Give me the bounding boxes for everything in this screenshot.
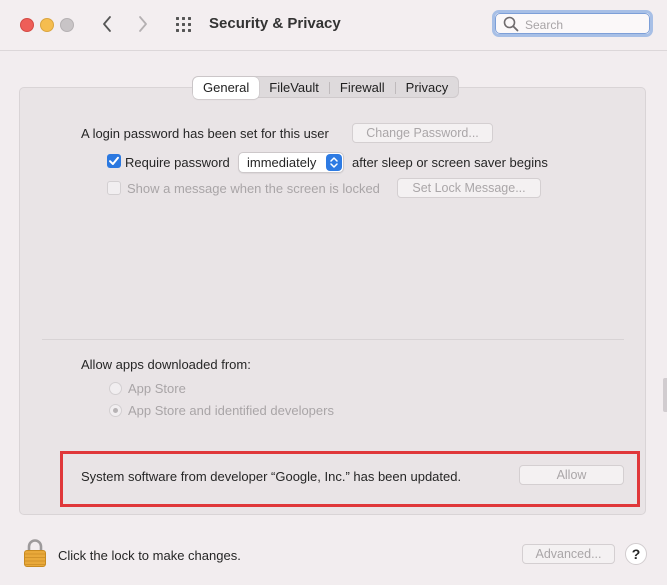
lock-button[interactable]	[23, 538, 47, 573]
radio-app-store-identified-label: App Store and identified developers	[128, 403, 334, 418]
login-password-text: A login password has been set for this u…	[81, 126, 329, 141]
require-password-checkbox[interactable]	[107, 154, 121, 168]
window-resize-handle[interactable]	[663, 378, 667, 412]
radio-app-store-label: App Store	[128, 381, 186, 396]
chevron-right-icon	[139, 16, 147, 32]
set-lock-message-button[interactable]: Set Lock Message...	[397, 178, 541, 198]
tab-firewall[interactable]: Firewall	[330, 77, 395, 99]
tab-general[interactable]: General	[193, 77, 260, 99]
allow-apps-heading: Allow apps downloaded from:	[81, 357, 251, 372]
show-message-checkbox[interactable]	[107, 181, 121, 195]
forward-button[interactable]	[132, 13, 154, 35]
search-icon	[503, 16, 519, 32]
zoom-window-button[interactable]	[60, 18, 74, 32]
allow-button[interactable]: Allow	[519, 465, 624, 485]
lock-instruction-text: Click the lock to make changes.	[58, 548, 241, 563]
chevron-left-icon	[103, 16, 111, 32]
tab-filevault[interactable]: FileVault	[259, 77, 329, 99]
search-input[interactable]	[523, 15, 647, 34]
title-bar: Security & Privacy	[0, 0, 667, 51]
change-password-button[interactable]: Change Password...	[352, 123, 493, 143]
system-software-message: System software from developer “Google, …	[81, 469, 462, 484]
minimize-window-button[interactable]	[40, 18, 54, 32]
window-title: Security & Privacy	[209, 15, 341, 32]
radio-app-store[interactable]	[109, 382, 122, 395]
radio-app-store-identified[interactable]	[109, 404, 122, 417]
section-divider	[42, 339, 624, 340]
checkmark-icon	[109, 156, 119, 165]
after-sleep-text: after sleep or screen saver begins	[352, 155, 548, 170]
popup-arrows-icon	[326, 154, 342, 171]
require-password-delay-select[interactable]: immediately	[238, 152, 344, 173]
show-all-button[interactable]	[173, 14, 195, 36]
advanced-button[interactable]: Advanced...	[522, 544, 615, 564]
search-field[interactable]	[492, 10, 653, 37]
tab-bar: General FileVault Firewall Privacy	[192, 76, 460, 99]
help-button[interactable]: ?	[625, 543, 647, 565]
show-message-label: Show a message when the screen is locked	[127, 181, 380, 196]
close-window-button[interactable]	[20, 18, 34, 32]
back-button[interactable]	[96, 13, 118, 35]
lock-icon	[24, 539, 46, 567]
tab-privacy[interactable]: Privacy	[396, 77, 459, 99]
require-password-label: Require password	[125, 155, 230, 170]
require-password-delay-value: immediately	[247, 155, 317, 170]
grid-icon	[176, 17, 191, 32]
